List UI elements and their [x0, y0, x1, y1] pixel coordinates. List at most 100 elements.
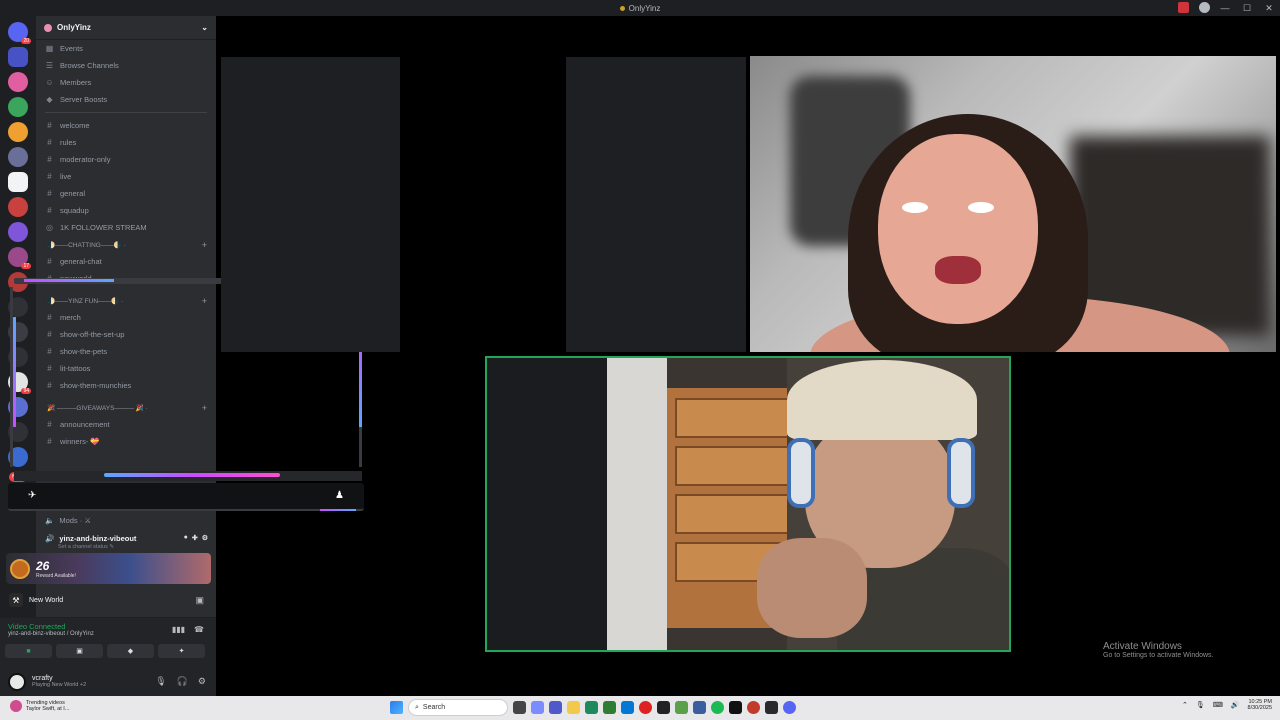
- camera-button[interactable]: ■: [5, 644, 52, 658]
- menu-members[interactable]: ☺ Members: [36, 74, 216, 91]
- edge-icon[interactable]: [585, 701, 598, 714]
- steam-icon[interactable]: [693, 701, 706, 714]
- maximize-button[interactable]: ☐: [1236, 0, 1258, 16]
- category-chatting[interactable]: 🌓——CHATTING——🌗 · +: [36, 236, 216, 253]
- file-explorer-icon[interactable]: [567, 701, 580, 714]
- screen-share-button[interactable]: ▣: [56, 644, 103, 658]
- video-tile-empty[interactable]: [566, 57, 746, 352]
- promo-banner[interactable]: 26 Reward Available!: [6, 553, 211, 584]
- server-icon-11[interactable]: [8, 297, 28, 317]
- add-channel-icon[interactable]: +: [202, 403, 207, 413]
- hash-icon: #: [47, 347, 52, 356]
- news-widget[interactable]: Trending videos Taylor Swift, at I...: [10, 700, 69, 712]
- screen-icon[interactable]: ▣: [195, 595, 204, 606]
- category-giveaways[interactable]: 🎉 ———GIVEAWAYS——— 🎉 · +: [36, 399, 216, 416]
- channel-general-chat[interactable]: # general-chat: [36, 253, 216, 270]
- soundboard-button[interactable]: ✦: [158, 644, 205, 658]
- signal-icon[interactable]: ▮▮▮: [172, 625, 185, 634]
- server-icon-1[interactable]: [8, 47, 28, 67]
- teams-icon[interactable]: [549, 701, 562, 714]
- server-icon-2[interactable]: [8, 72, 28, 92]
- channel-squadup[interactable]: # squadup: [36, 202, 216, 219]
- gear-icon[interactable]: ⚙: [198, 676, 206, 687]
- headphones-icon[interactable]: 🎧: [177, 676, 188, 687]
- volume-icon[interactable]: 🔊: [1231, 701, 1240, 709]
- channel-rules[interactable]: # rules: [36, 134, 216, 151]
- app-icon-dark[interactable]: [657, 701, 670, 714]
- disconnect-icon[interactable]: ☎: [194, 625, 204, 634]
- chat-bubble-icon[interactable]: ●: [184, 534, 188, 542]
- channel-welcome[interactable]: # welcome: [36, 117, 216, 134]
- promo-title: 26: [36, 558, 50, 573]
- channel-winners[interactable]: # winners- 💝: [36, 433, 216, 450]
- channel-show-the-pets[interactable]: # show-the-pets: [36, 343, 216, 360]
- copilot-icon[interactable]: [531, 701, 544, 714]
- channel-lit-tattoos[interactable]: # lit-tattoos: [36, 360, 216, 377]
- channel-general[interactable]: # general: [36, 185, 216, 202]
- server-icon-13[interactable]: [8, 347, 28, 367]
- server-icon-16[interactable]: [8, 422, 28, 442]
- avatar[interactable]: [8, 672, 26, 691]
- activity-row[interactable]: ⚒ New World ▣: [0, 590, 216, 610]
- video-tile-participant[interactable]: [750, 56, 1276, 352]
- windows-start-icon[interactable]: [390, 701, 403, 714]
- server-icon-12[interactable]: [8, 322, 28, 342]
- server-icon-4[interactable]: [8, 122, 28, 142]
- help-icon[interactable]: [1199, 2, 1210, 13]
- server-icon-15[interactable]: [8, 397, 28, 417]
- menu-events[interactable]: ▦ Events: [36, 40, 216, 57]
- channel-moderator-only[interactable]: # moderator-only: [36, 151, 216, 168]
- channel-newworld[interactable]: # newworld: [36, 270, 216, 287]
- server-icon-5[interactable]: [8, 147, 28, 167]
- video-tile-speaking[interactable]: [485, 356, 1011, 652]
- video-tile-empty[interactable]: [221, 57, 400, 352]
- voice-channel-mods[interactable]: 🔈 Mods · ⚔: [36, 512, 216, 529]
- server-icon-7[interactable]: [8, 197, 28, 217]
- opera-icon[interactable]: [639, 701, 652, 714]
- server-icon-10[interactable]: [8, 272, 28, 292]
- menu-browse-channels[interactable]: ☰ Browse Channels: [36, 57, 216, 74]
- server-icon-3[interactable]: [8, 97, 28, 117]
- direct-messages-icon[interactable]: 20: [8, 22, 31, 44]
- terminal-icon[interactable]: [765, 701, 778, 714]
- minecraft-icon[interactable]: [675, 701, 688, 714]
- add-channel-icon[interactable]: +: [202, 240, 207, 250]
- chevron-up-icon[interactable]: ⌃: [1182, 701, 1188, 709]
- server-icon-8[interactable]: [8, 222, 28, 242]
- server-icon-9[interactable]: 17: [8, 247, 31, 269]
- channel-1k-follower-stream[interactable]: ◎ 1K FOLLOWER STREAM: [36, 219, 216, 236]
- channel-live[interactable]: # live: [36, 168, 216, 185]
- store-icon[interactable]: [621, 701, 634, 714]
- server-icon-17[interactable]: [8, 447, 28, 467]
- microphone-icon[interactable]: 🎙: [1196, 701, 1205, 709]
- close-button[interactable]: ✕: [1258, 0, 1280, 16]
- server-header[interactable]: OnlyYinz ⌄: [36, 16, 216, 40]
- channel-show-them-munchies[interactable]: # show-them-munchies: [36, 377, 216, 394]
- channel-announcement[interactable]: # announcement: [36, 416, 216, 433]
- new-world-icon[interactable]: [729, 701, 742, 714]
- activity-button[interactable]: ◆: [107, 644, 154, 658]
- obs-icon[interactable]: [747, 701, 760, 714]
- server-icon-6[interactable]: [8, 172, 28, 192]
- task-view-icon[interactable]: [513, 701, 526, 714]
- gear-icon[interactable]: ⚙: [202, 534, 208, 542]
- channel-status-text[interactable]: Set a channel status ✎: [58, 544, 114, 550]
- taskbar-clock[interactable]: 10:25 PM 8/30/2025: [1248, 699, 1272, 711]
- channel-show-off-the-set-up[interactable]: # show-off-the-set-up: [36, 326, 216, 343]
- menu-server-boosts[interactable]: ◆ Server Boosts: [36, 91, 216, 108]
- network-icon[interactable]: ⌨: [1213, 701, 1223, 709]
- minimize-button[interactable]: —: [1214, 0, 1236, 16]
- taskbar-search-input[interactable]: ⌕ Search: [408, 699, 508, 716]
- invite-icon[interactable]: ✚: [192, 534, 198, 542]
- channel-merch[interactable]: # merch: [36, 309, 216, 326]
- discord-icon[interactable]: [783, 701, 796, 714]
- server-icon-14[interactable]: 94: [8, 372, 31, 394]
- chevron-down-icon[interactable]: ⌄: [201, 23, 208, 32]
- add-channel-icon[interactable]: +: [202, 296, 207, 306]
- inbox-icon[interactable]: [1178, 2, 1189, 13]
- category-yinz-fun[interactable]: 🌓——YINZ FUN——🌗 · +: [36, 292, 216, 309]
- microphone-icon[interactable]: 🎙: [155, 676, 166, 687]
- voice-location[interactable]: yinz-and-binz-vibeout / OnlyYinz: [8, 631, 94, 637]
- spotify-icon[interactable]: [711, 701, 724, 714]
- xbox-icon[interactable]: [603, 701, 616, 714]
